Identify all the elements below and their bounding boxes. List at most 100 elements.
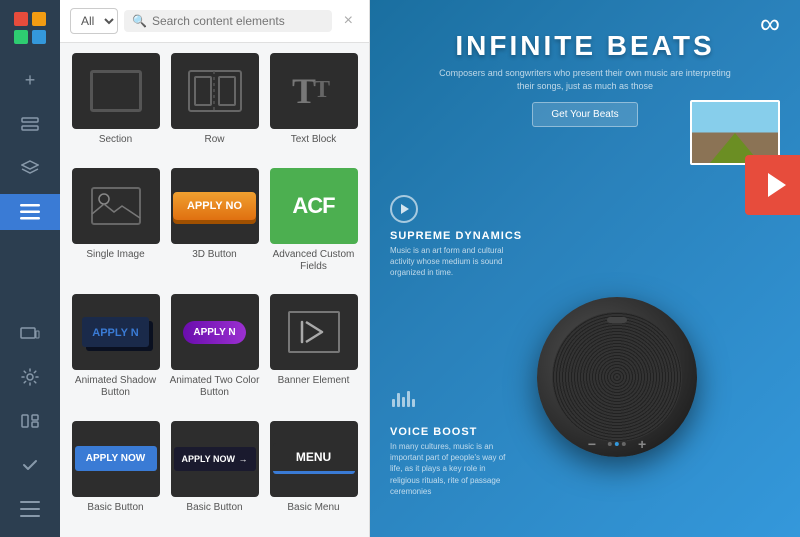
element-text-block[interactable]: T T Text Block (268, 53, 359, 160)
eq-bar-1 (392, 399, 395, 407)
sidebar-item-add[interactable]: + (12, 62, 48, 98)
element-text-label: Text Block (291, 134, 337, 146)
preview-subtitle: Composers and songwriters who present th… (435, 67, 735, 92)
element-text-preview: T T (270, 53, 358, 129)
image-icon (88, 184, 144, 228)
search-icon: 🔍 (132, 14, 147, 28)
text-icon: T T (286, 69, 342, 113)
filter-select[interactable]: All (70, 8, 118, 34)
preview-cta-button[interactable]: Get Your Beats (532, 102, 637, 127)
eq-bar-3 (402, 397, 405, 407)
dynamics-title: SUPREME DYNAMICS (390, 230, 522, 242)
voice-body: In many cultures, music is an important … (390, 441, 510, 497)
element-basic-menu-preview: MENU (270, 421, 358, 497)
basic-btn2-icon: APPLY NOW→ (174, 447, 256, 471)
element-acf-preview: ACF (270, 168, 358, 244)
element-anim-shadow-label: Animated Shadow Button (70, 375, 161, 399)
sidebar-item-menu[interactable] (0, 194, 60, 230)
element-banner-label: Banner Element (278, 375, 350, 387)
element-3d-button[interactable]: APPLY NO 3D Button (169, 168, 260, 287)
sidebar-item-layers[interactable] (12, 106, 48, 142)
eq-bar-4 (407, 391, 410, 407)
3d-button-icon: APPLY NO (173, 192, 256, 220)
svg-text:T: T (314, 77, 330, 103)
preview-section-voice: VOICE BOOST In many cultures, music is a… (390, 426, 510, 497)
infinity-icon: ∞ (760, 8, 780, 40)
basic-btn1-icon: Apply Now (75, 446, 157, 471)
led-dots (608, 442, 626, 446)
banner-icon (288, 311, 340, 353)
element-basic-btn2-label: Basic Button (186, 502, 242, 514)
element-row-preview (171, 53, 259, 129)
element-anim-shadow[interactable]: APPLY N Animated Shadow Button (70, 294, 161, 413)
dynamics-body: Music is an art form and cultural activi… (390, 245, 510, 279)
preview-background: ∞ INFINITE BEATS Composers and songwrite… (370, 0, 800, 537)
element-acf[interactable]: ACF Advanced Custom Fields (268, 168, 359, 287)
search-input-wrap: 🔍 (124, 10, 332, 32)
element-banner-preview (270, 294, 358, 370)
basic-menu-icon: MENU (273, 443, 355, 474)
sidebar-item-options[interactable] (12, 491, 48, 527)
element-basic-btn2-preview: APPLY NOW→ (171, 421, 259, 497)
element-3d-preview: APPLY NO (171, 168, 259, 244)
element-row-label: Row (204, 134, 224, 146)
speaker-grill (552, 312, 682, 442)
thumbnail-landscape (692, 102, 778, 163)
sidebar-item-stack[interactable] (12, 150, 48, 186)
eq-bar-2 (397, 393, 400, 407)
element-anim-two-label: Animated Two Color Button (169, 375, 260, 399)
element-single-image[interactable]: Single Image (70, 168, 161, 287)
led-dot-3 (622, 442, 626, 446)
anim-two-icon: APPLY N (183, 321, 245, 344)
play-button-overlay[interactable] (745, 155, 800, 215)
element-acf-label: Advanced Custom Fields (268, 249, 359, 273)
play-triangle-icon (768, 173, 786, 197)
element-basic-btn-2[interactable]: APPLY NOW→ Basic Button (169, 421, 260, 528)
acf-icon: ACF (270, 168, 358, 244)
element-section[interactable]: Section (70, 53, 161, 160)
sidebar-item-settings[interactable] (12, 359, 48, 395)
element-banner[interactable]: Banner Element (268, 294, 359, 413)
eq-icon (392, 391, 415, 407)
voice-title: VOICE BOOST (390, 426, 510, 438)
search-bar: All 🔍 × (60, 0, 369, 43)
volume-plus: + (638, 436, 646, 452)
element-row[interactable]: Row (169, 53, 260, 160)
speaker-image: − + (537, 297, 697, 457)
sidebar-item-check[interactable] (12, 447, 48, 483)
led-dot-1 (608, 442, 612, 446)
content-panel: All 🔍 × Section Row (60, 0, 370, 537)
left-sidebar: + (0, 0, 60, 537)
element-basic-btn-1[interactable]: Apply Now Basic Button (70, 421, 161, 528)
sidebar-item-responsive[interactable] (12, 315, 48, 351)
element-3d-label: 3D Button (192, 249, 236, 261)
speaker-indicator (607, 317, 627, 323)
element-basic-btn1-preview: Apply Now (72, 421, 160, 497)
speaker-controls: − + (588, 436, 646, 452)
sidebar-item-widget[interactable] (12, 403, 48, 439)
led-dot-2 (615, 442, 619, 446)
search-input[interactable] (152, 14, 324, 28)
element-section-preview (72, 53, 160, 129)
element-anim-two-preview: APPLY N (171, 294, 259, 370)
element-anim-shadow-preview: APPLY N (72, 294, 160, 370)
element-section-label: Section (99, 134, 132, 146)
play-small-triangle (401, 204, 409, 214)
element-anim-two[interactable]: APPLY N Animated Two Color Button (169, 294, 260, 413)
element-image-preview (72, 168, 160, 244)
close-button[interactable]: × (338, 10, 359, 32)
elements-grid: Section Row T T Text Block (60, 43, 369, 537)
element-image-label: Single Image (86, 249, 144, 261)
eq-bar-5 (412, 399, 415, 407)
anim-shadow-icon: APPLY N (82, 317, 148, 347)
play-circle-icon[interactable] (390, 195, 418, 223)
element-basic-menu-label: Basic Menu (287, 502, 339, 514)
row-icon (187, 69, 243, 113)
element-basic-menu[interactable]: MENU Basic Menu (268, 421, 359, 528)
speaker-container: − + (537, 297, 697, 457)
element-basic-btn1-label: Basic Button (87, 502, 143, 514)
preview-section-dynamics: SUPREME DYNAMICS Music is an art form an… (390, 230, 522, 279)
app-logo (12, 10, 48, 46)
preview-area: ∞ INFINITE BEATS Composers and songwrite… (370, 0, 800, 537)
preview-title: INFINITE BEATS (390, 30, 780, 62)
